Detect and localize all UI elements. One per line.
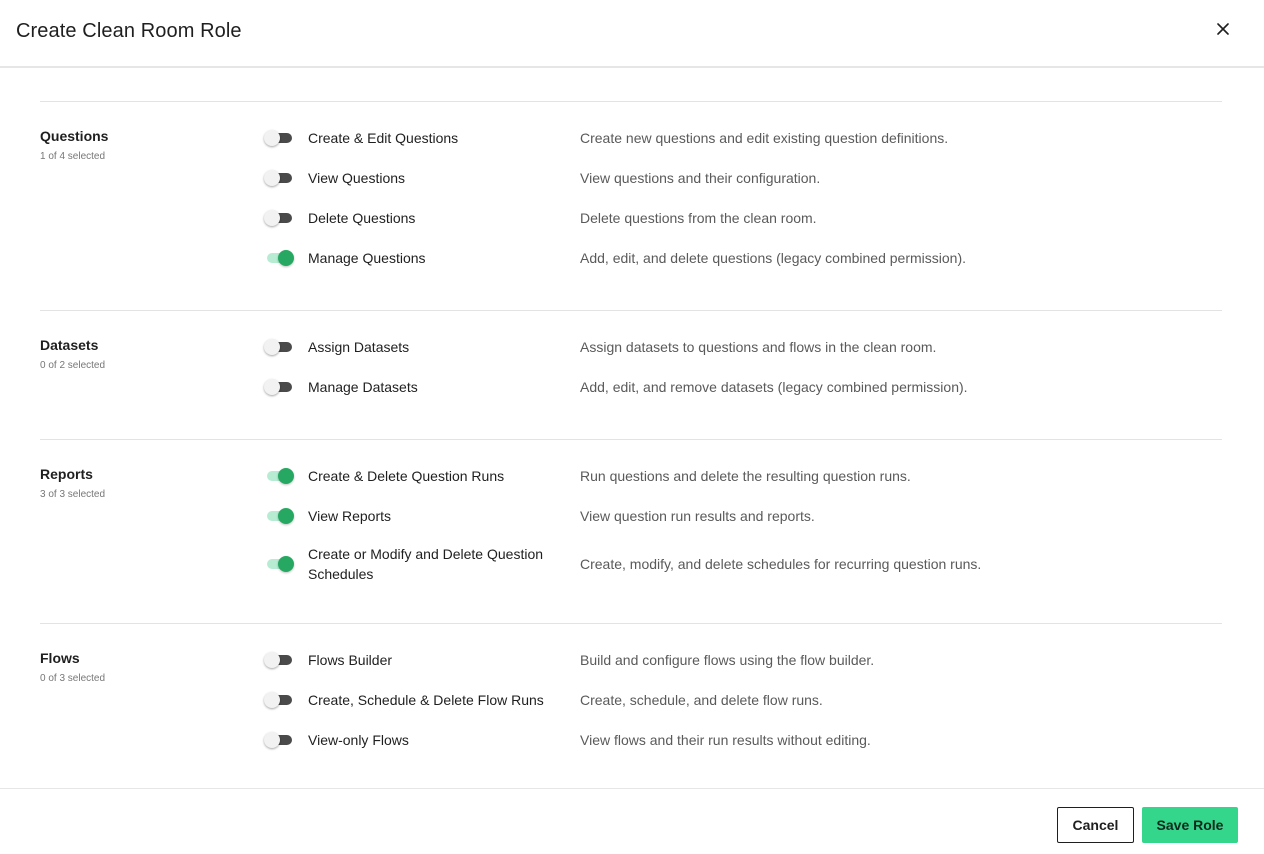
permission-label: Create & Delete Question Runs — [308, 468, 505, 484]
modal-header: Create Clean Room Role — [0, 0, 1264, 68]
section-reports: Reports 3 of 3 selected Create & Delete … — [40, 439, 1222, 623]
section-datasets: Datasets 0 of 2 selected Assign Datasets… — [40, 310, 1222, 439]
permission-description: Add, edit, and delete questions (legacy … — [580, 250, 966, 266]
toggle-switch[interactable] — [264, 338, 294, 356]
permission-description: Create, modify, and delete schedules for… — [580, 556, 982, 572]
permission-description: Assign datasets to questions and flows i… — [580, 339, 937, 355]
section-selected-count: 0 of 3 selected — [40, 673, 106, 684]
modal-title: Create Clean Room Role — [16, 20, 242, 42]
toggle-switch[interactable] — [264, 731, 294, 749]
section-questions: Questions 1 of 4 selected Create & Edit … — [40, 101, 1222, 310]
section-selected-count: 1 of 4 selected — [40, 151, 106, 162]
permission-description: Delete questions from the clean room. — [580, 210, 817, 226]
permission-description: Create new questions and edit existing q… — [580, 130, 949, 146]
toggle-switch[interactable] — [264, 249, 294, 267]
permission-label: View Reports — [308, 508, 392, 524]
permission-label: Flows Builder — [308, 652, 393, 668]
toggle-switch[interactable] — [264, 507, 294, 525]
permission-label: Manage Questions — [308, 250, 426, 266]
permission-label: Manage Datasets — [308, 379, 418, 395]
cancel-button[interactable]: Cancel — [1057, 807, 1134, 843]
toggle-switch[interactable] — [264, 169, 294, 187]
modal-footer: Cancel Save Role — [0, 788, 1264, 854]
toggle-switch[interactable] — [264, 651, 294, 669]
permission-label: Create or Modify and Delete Question Sch… — [308, 546, 544, 582]
section-title: Questions — [40, 128, 109, 144]
toggle-switch[interactable] — [264, 378, 294, 396]
close-button[interactable] — [1212, 18, 1234, 40]
permission-description: Run questions and delete the resulting q… — [580, 468, 911, 484]
save-role-button[interactable]: Save Role — [1142, 807, 1238, 843]
permission-label: Create & Edit Questions — [308, 130, 459, 146]
permission-label: View Questions — [308, 170, 406, 186]
toggle-switch[interactable] — [264, 691, 294, 709]
permission-description: Add, edit, and remove datasets (legacy c… — [580, 379, 968, 395]
toggle-switch[interactable] — [264, 209, 294, 227]
permission-label: Assign Datasets — [308, 339, 410, 355]
create-role-modal: Create Clean Room Role Questions 1 of 4 … — [0, 0, 1264, 854]
permission-label: Delete Questions — [308, 210, 416, 226]
toggle-switch[interactable] — [264, 129, 294, 147]
toggle-switch[interactable] — [264, 467, 294, 485]
section-selected-count: 0 of 2 selected — [40, 360, 106, 371]
section-title: Flows — [40, 650, 80, 666]
permission-label: Create, Schedule & Delete Flow Runs — [308, 692, 544, 708]
section-selected-count: 3 of 3 selected — [40, 489, 106, 500]
permission-description: Create, schedule, and delete flow runs. — [580, 692, 823, 708]
permission-description: Build and configure flows using the flow… — [580, 652, 875, 668]
permission-description: View question run results and reports. — [580, 508, 815, 524]
section-title: Datasets — [40, 337, 99, 353]
close-icon — [1217, 23, 1229, 35]
modal-body: Questions 1 of 4 selected Create & Edit … — [0, 70, 1264, 788]
section-title: Reports — [40, 466, 93, 482]
permission-description: View flows and their run results without… — [580, 732, 871, 748]
section-flows: Flows 0 of 3 selected Flows Builder Buil… — [40, 623, 1222, 788]
permission-label: View-only Flows — [308, 732, 409, 748]
permission-description: View questions and their configuration. — [580, 170, 821, 186]
toggle-switch[interactable] — [264, 555, 294, 573]
